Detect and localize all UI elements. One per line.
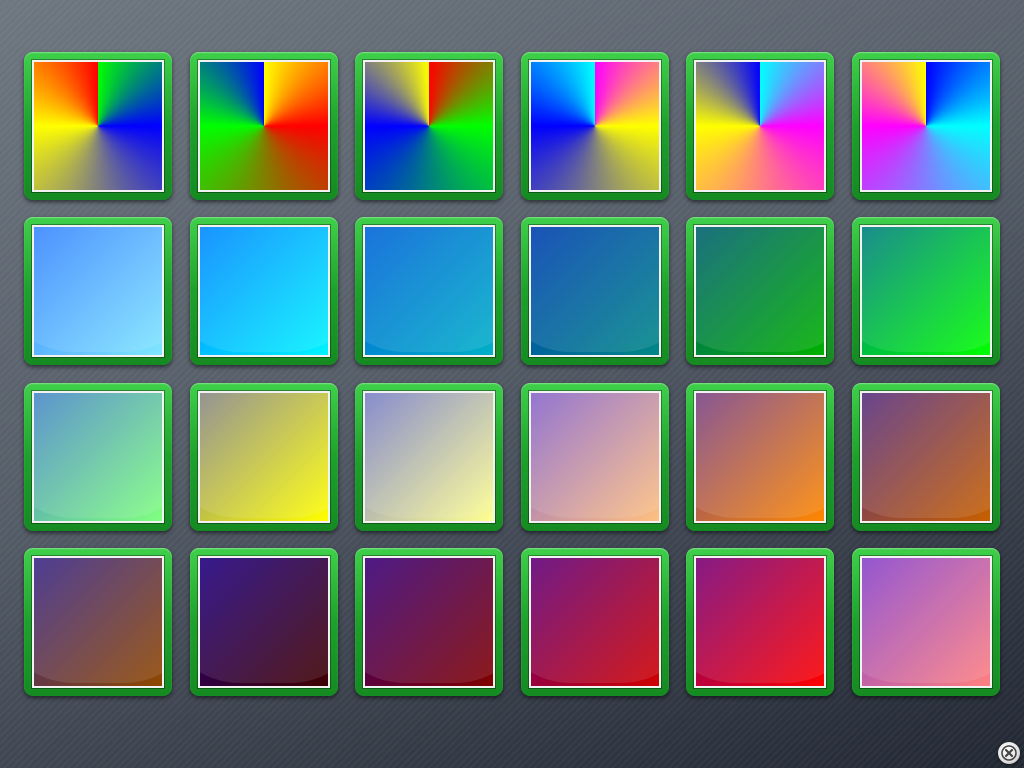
swatch-2-1[interactable] [24, 217, 172, 365]
gradient-swatch [32, 225, 164, 357]
gradient-swatch [529, 556, 661, 688]
gloss-highlight [34, 393, 162, 518]
gloss-highlight [200, 227, 328, 352]
swatch-1-6[interactable] [852, 52, 1000, 200]
swatch-2-2[interactable] [190, 217, 338, 365]
swatch-4-1[interactable] [24, 548, 172, 696]
gloss-highlight [862, 227, 990, 352]
swatch-3-6[interactable] [852, 383, 1000, 531]
gradient-swatch [198, 60, 330, 192]
swatch-4-3[interactable] [355, 548, 503, 696]
gradient-swatch-screen: { "swatches": [ {"name": "swatch-1-1", "… [0, 0, 1024, 768]
gradient-swatch [860, 60, 992, 192]
gradient-swatch [32, 391, 164, 523]
gradient-swatch [198, 225, 330, 357]
gloss-highlight [862, 393, 990, 518]
gradient-swatch [363, 60, 495, 192]
gradient-swatch [860, 391, 992, 523]
gloss-highlight [34, 227, 162, 352]
gradient-swatch [529, 60, 661, 192]
gloss-highlight [365, 393, 493, 518]
gloss-highlight [531, 393, 659, 518]
swatch-2-5[interactable] [686, 217, 834, 365]
swatch-1-3[interactable] [355, 52, 503, 200]
close-button[interactable] [998, 742, 1020, 764]
gradient-swatch [694, 225, 826, 357]
gradient-swatch [694, 60, 826, 192]
gradient-swatch [198, 556, 330, 688]
swatch-3-3[interactable] [355, 383, 503, 531]
swatch-2-4[interactable] [521, 217, 669, 365]
gloss-highlight [365, 558, 493, 683]
gloss-highlight [200, 393, 328, 518]
swatch-3-1[interactable] [24, 383, 172, 531]
gradient-swatch [363, 225, 495, 357]
swatch-grid [24, 52, 1000, 696]
gloss-highlight [862, 558, 990, 683]
gloss-highlight [696, 227, 824, 352]
swatch-3-5[interactable] [686, 383, 834, 531]
close-icon [1001, 745, 1017, 761]
gradient-swatch [363, 391, 495, 523]
swatch-1-5[interactable] [686, 52, 834, 200]
gloss-highlight [200, 558, 328, 683]
swatch-4-2[interactable] [190, 548, 338, 696]
gloss-highlight [531, 558, 659, 683]
swatch-4-4[interactable] [521, 548, 669, 696]
swatch-3-4[interactable] [521, 383, 669, 531]
gradient-swatch [32, 556, 164, 688]
gradient-swatch [860, 225, 992, 357]
swatch-4-6[interactable] [852, 548, 1000, 696]
gradient-swatch [694, 391, 826, 523]
gradient-swatch [529, 225, 661, 357]
gradient-swatch [198, 391, 330, 523]
gradient-swatch [529, 391, 661, 523]
gradient-swatch [694, 556, 826, 688]
swatch-1-4[interactable] [521, 52, 669, 200]
gloss-highlight [696, 558, 824, 683]
swatch-4-5[interactable] [686, 548, 834, 696]
swatch-3-2[interactable] [190, 383, 338, 531]
gradient-swatch [860, 556, 992, 688]
swatch-1-1[interactable] [24, 52, 172, 200]
gloss-highlight [34, 558, 162, 683]
swatch-1-2[interactable] [190, 52, 338, 200]
gloss-highlight [365, 227, 493, 352]
gloss-highlight [531, 227, 659, 352]
gradient-swatch [363, 556, 495, 688]
gloss-highlight [696, 393, 824, 518]
swatch-2-3[interactable] [355, 217, 503, 365]
gradient-swatch [32, 60, 164, 192]
swatch-2-6[interactable] [852, 217, 1000, 365]
